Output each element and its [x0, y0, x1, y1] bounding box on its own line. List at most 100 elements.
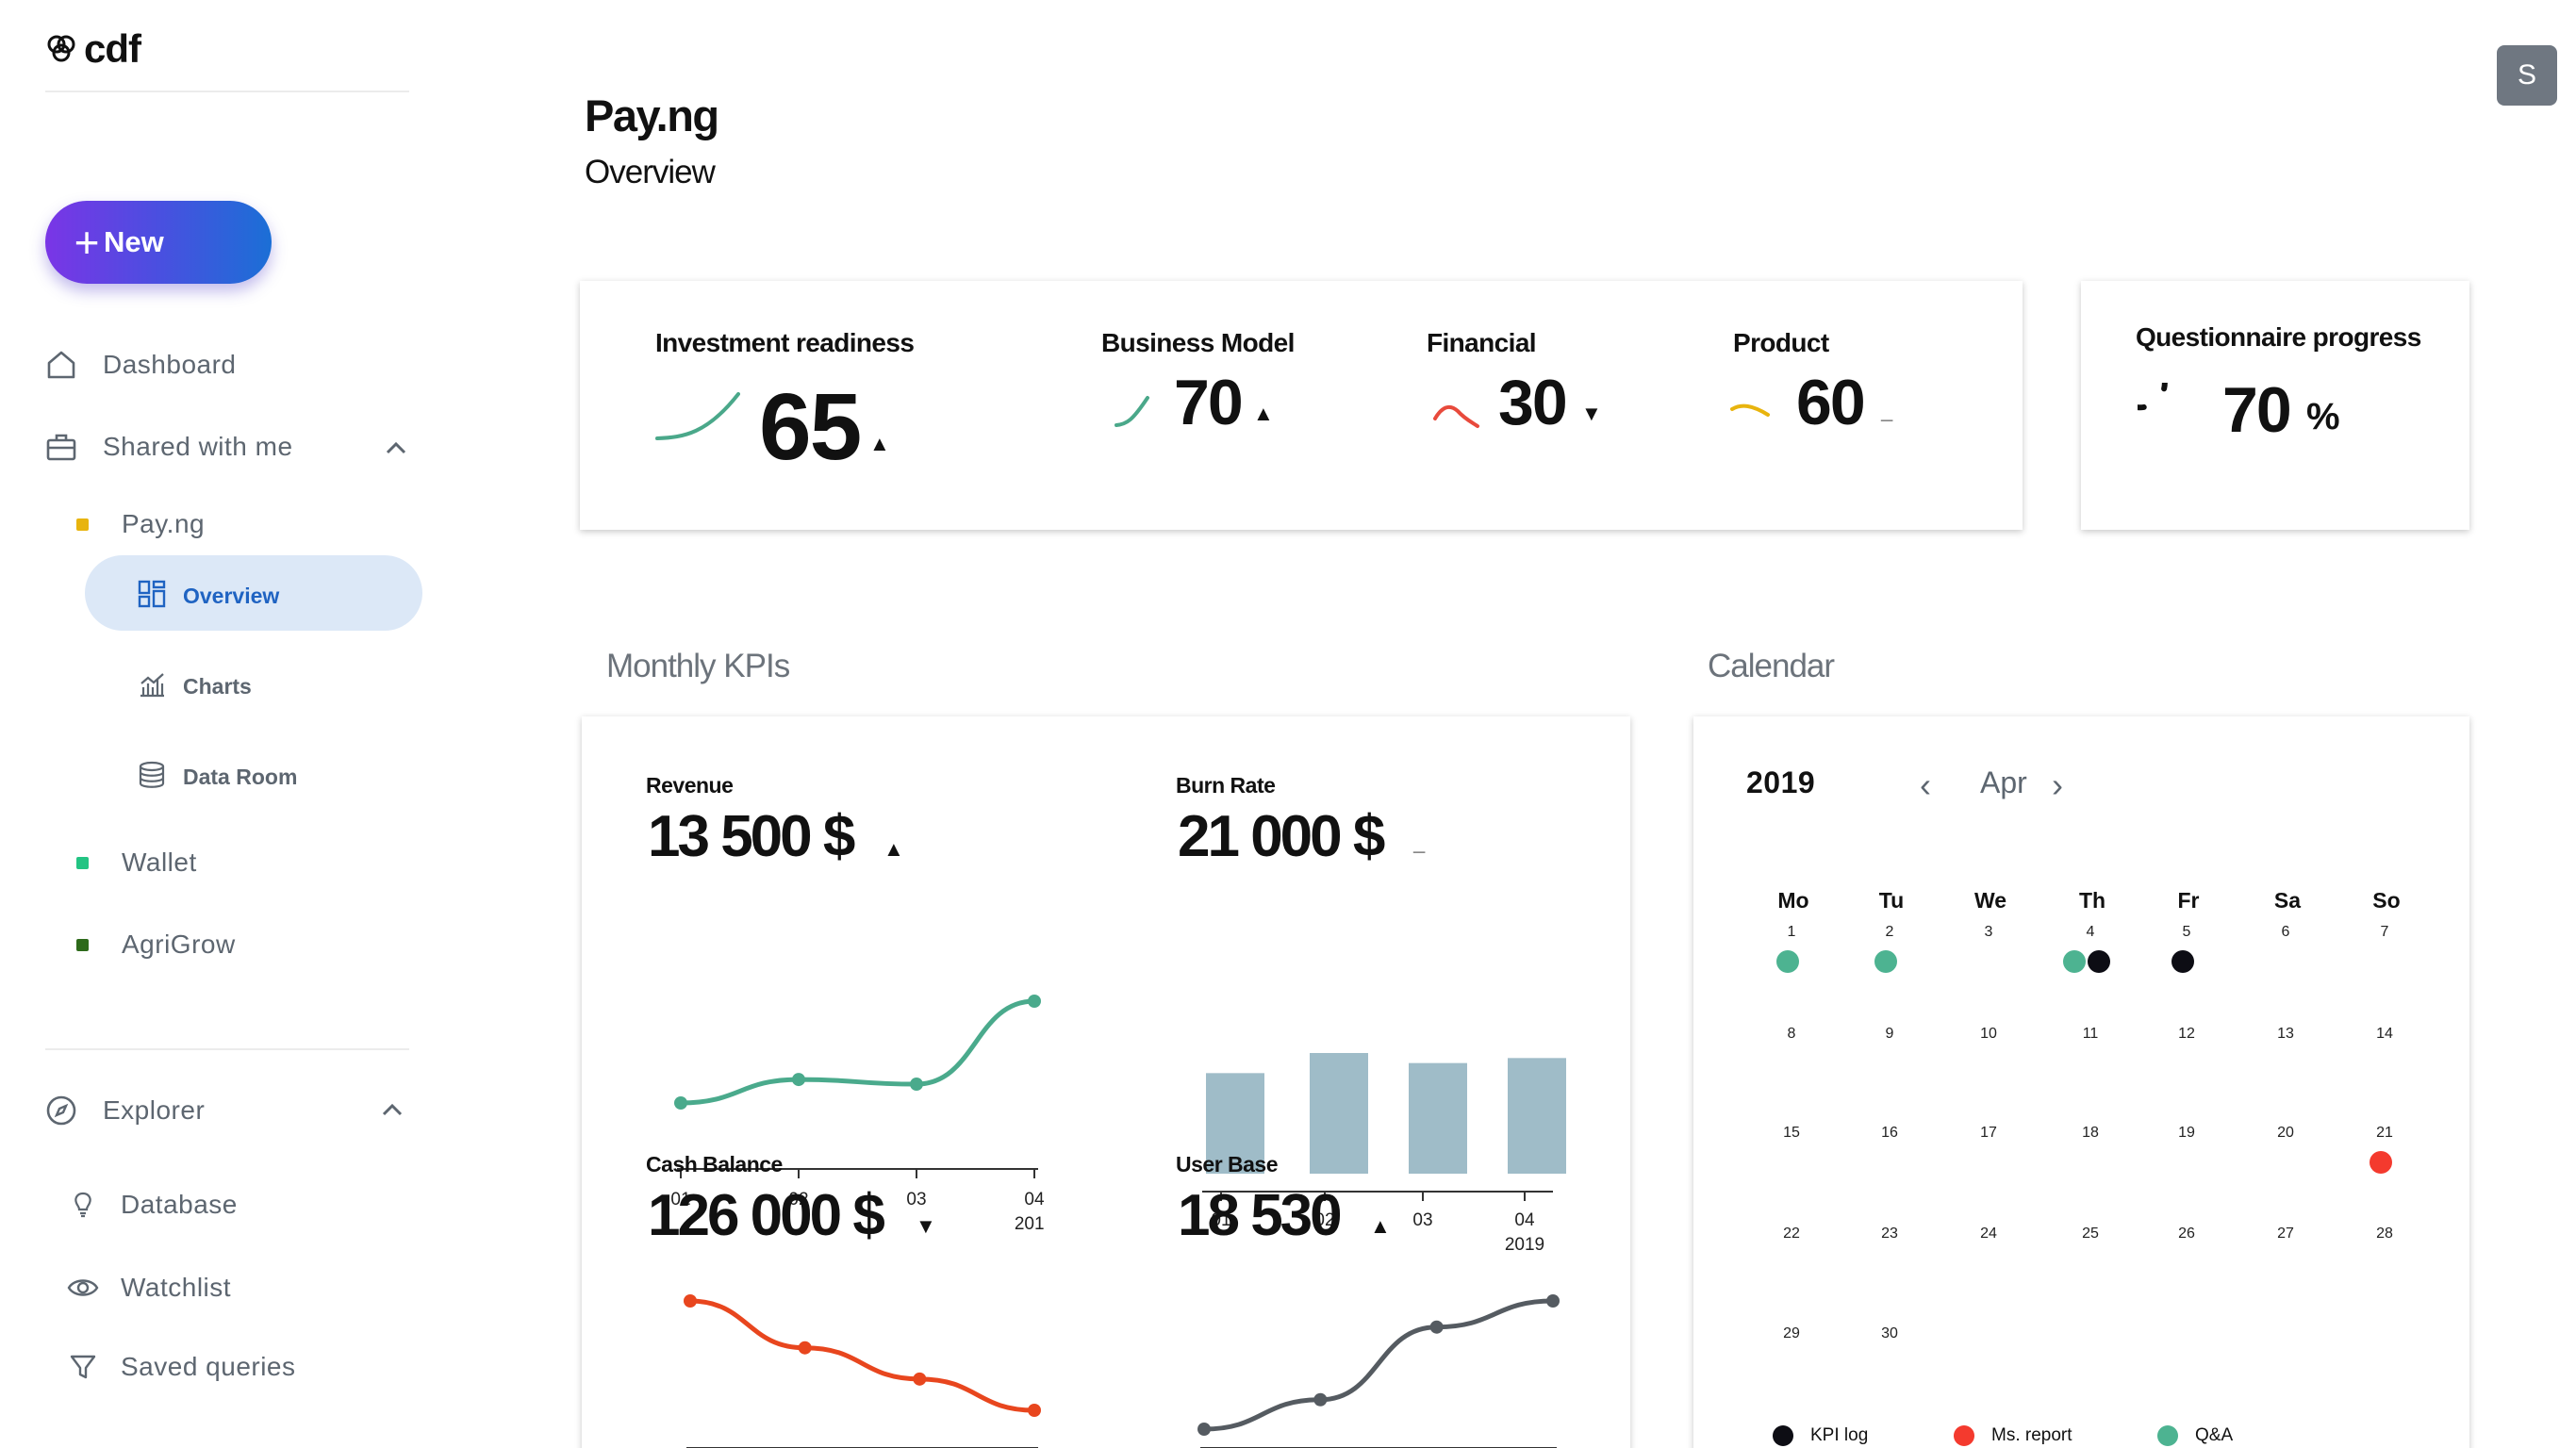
sidebar-item-wallet[interactable]: Wallet — [76, 847, 197, 878]
series-line — [680, 998, 1035, 1106]
sidebar-item-agrigrow[interactable]: AgriGrow — [76, 930, 236, 960]
trend-down-icon: ▼ — [1581, 402, 1602, 425]
calendar-day[interactable]: 13 — [2267, 1026, 2304, 1043]
legend-dot — [1773, 1425, 1793, 1446]
calendar-day[interactable]: 24 — [1970, 1226, 2007, 1242]
trend-up-icon: ▲ — [869, 432, 890, 455]
investment-readiness-label: Investment readiness — [655, 328, 915, 357]
calendar-day[interactable]: 1 — [1773, 924, 1810, 941]
bar — [1310, 1053, 1368, 1174]
product-sparkline — [1730, 403, 1770, 417]
calendar-day[interactable]: 16 — [1871, 1125, 1908, 1142]
calendar-day[interactable]: 26 — [2168, 1226, 2205, 1242]
chevron-right-icon[interactable]: › — [2052, 765, 2063, 805]
calendar-day[interactable]: 22 — [1773, 1226, 1810, 1242]
calendar-day[interactable]: 10 — [1970, 1026, 2007, 1043]
calendar-day[interactable]: 9 — [1871, 1026, 1908, 1043]
sidebar-item-label: Dashboard — [103, 350, 237, 379]
sidebar-divider — [45, 90, 409, 92]
sidebar-item-dashboard[interactable]: Dashboard — [44, 348, 236, 382]
calendar-event-qa[interactable] — [2063, 950, 2086, 973]
sidebar-item-label: Explorer — [103, 1095, 206, 1125]
calendar-day[interactable]: 18 — [2072, 1125, 2109, 1142]
readiness-scores-card: Investment readiness 65 ▲ Business Model… — [580, 281, 2023, 530]
sidebar-item-charts[interactable]: Charts — [138, 670, 252, 703]
calendar-day[interactable]: 30 — [1871, 1325, 1908, 1342]
data-point — [1028, 1404, 1041, 1417]
data-point — [684, 1294, 697, 1308]
calendar-day[interactable]: 27 — [2267, 1226, 2304, 1242]
percent-unit: % — [2306, 396, 2340, 437]
sidebar-item-shared[interactable]: Shared with me — [44, 430, 293, 464]
legend-item: Ms. report — [1954, 1425, 2072, 1446]
legend-dot — [2157, 1425, 2178, 1446]
calendar-day[interactable]: 25 — [2072, 1226, 2109, 1242]
calendar-day[interactable]: 7 — [2366, 924, 2403, 941]
user-avatar[interactable]: S — [2497, 45, 2557, 106]
calendar-day[interactable]: 6 — [2267, 924, 2304, 941]
sidebar-item-saved-queries[interactable]: Saved queries — [66, 1350, 296, 1384]
logo-text: cdf — [84, 26, 141, 71]
questionnaire-progress-value: 70 — [2222, 374, 2292, 446]
questionnaire-progress-label: Questionnaire progress — [2136, 322, 2421, 352]
calendar-event-kpi[interactable] — [2088, 950, 2110, 973]
trend-up-icon: ▲ — [1253, 402, 1274, 425]
calendar-day[interactable]: 19 — [2168, 1125, 2205, 1142]
chevron-up-icon[interactable] — [383, 436, 409, 462]
new-button-label: New — [104, 225, 164, 258]
financial-value: 30 — [1498, 367, 1568, 438]
data-point — [913, 1372, 927, 1386]
compass-icon — [44, 1094, 78, 1127]
calendar-day[interactable]: 14 — [2366, 1026, 2403, 1043]
page-subtitle: Overview — [585, 154, 716, 190]
calendar-day[interactable]: 20 — [2267, 1125, 2304, 1142]
sidebar-item-label: Overview — [183, 584, 280, 608]
sidebar-item-overview[interactable]: Overview — [138, 580, 279, 613]
calendar-event-kpi[interactable] — [2171, 950, 2194, 973]
chevron-up-icon[interactable] — [379, 1097, 405, 1124]
financial-sparkline — [1433, 404, 1479, 428]
legend-dot — [1954, 1425, 1974, 1446]
calendar-day[interactable]: 12 — [2168, 1026, 2205, 1043]
calendar-day[interactable]: 23 — [1871, 1226, 1908, 1242]
calendar-day[interactable]: 28 — [2366, 1226, 2403, 1242]
calendar-event-qa[interactable] — [1776, 950, 1799, 973]
calendar-event-report[interactable] — [2370, 1151, 2392, 1174]
calendar-day[interactable]: 15 — [1773, 1125, 1810, 1142]
calendar-day[interactable]: 11 — [2072, 1026, 2109, 1043]
cash-balance-value: 126 000 $ — [648, 1183, 885, 1248]
calendar-day[interactable]: 4 — [2072, 924, 2109, 941]
sidebar-item-database[interactable]: Database — [66, 1188, 238, 1222]
dashboard-grid-icon — [138, 580, 166, 613]
progress-ring-arc — [2138, 383, 2168, 411]
financial-label: Financial — [1427, 328, 1537, 357]
x-tick-label: 03 — [906, 1190, 926, 1209]
calendar-day[interactable]: 17 — [1970, 1125, 2007, 1142]
investment-readiness-value: 65 — [759, 374, 862, 480]
calendar-day[interactable]: 29 — [1773, 1325, 1810, 1342]
progress-ring-icon — [2138, 383, 2168, 411]
monthly-kpis-title: Monthly KPIs — [606, 648, 790, 684]
data-point — [1313, 1392, 1328, 1407]
new-button[interactable]: + New — [45, 201, 272, 284]
trend-down-icon: ▼ — [916, 1214, 936, 1238]
data-point — [1546, 1294, 1560, 1308]
calendar-day[interactable]: 21 — [2366, 1125, 2403, 1142]
day-of-week-label: Th — [2078, 888, 2106, 913]
app-logo[interactable]: cdf — [44, 26, 141, 72]
eye-icon — [66, 1271, 100, 1305]
calendar-day[interactable]: 2 — [1871, 924, 1908, 941]
calendar-event-qa[interactable] — [1874, 950, 1897, 973]
calendar-day[interactable]: 5 — [2168, 924, 2205, 941]
chevron-left-icon[interactable]: ‹ — [1920, 765, 1931, 805]
calendar-day[interactable]: 8 — [1773, 1026, 1810, 1043]
sidebar-item-payng[interactable]: Pay.ng — [76, 509, 205, 539]
logo-icon — [47, 35, 75, 62]
sidebar-item-data-room[interactable]: Data Room — [138, 761, 297, 794]
trend-flat-icon: _ — [1881, 400, 1893, 423]
questionnaire-progress-card: Questionnaire progress 70 % — [2081, 281, 2469, 530]
sidebar-item-explorer[interactable]: Explorer — [44, 1094, 205, 1127]
business-model-sparkline — [1115, 396, 1149, 427]
sidebar-item-watchlist[interactable]: Watchlist — [66, 1271, 231, 1305]
calendar-day[interactable]: 3 — [1970, 924, 2007, 941]
